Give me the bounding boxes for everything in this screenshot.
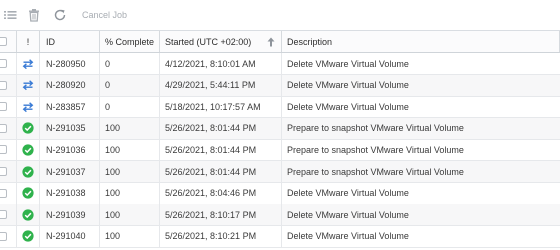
row-checkbox[interactable] xyxy=(0,231,7,241)
column-header-description[interactable]: Description xyxy=(282,31,560,52)
table-row[interactable]: N-283857 0 5/18/2021, 10:17:57 AM Delete VM… xyxy=(0,96,560,119)
completed-check-icon xyxy=(22,122,34,134)
row-id: N-280950 xyxy=(40,53,100,74)
row-status-cell xyxy=(17,117,40,139)
sort-ascending-icon xyxy=(267,37,275,47)
row-id: N-291038 xyxy=(40,182,100,204)
row-status-cell xyxy=(17,139,40,161)
row-started: 5/18/2021, 10:17:57 AM xyxy=(160,96,282,118)
table-row[interactable]: N-291036 100 5/26/2021, 8:01:44 PM Prepare … xyxy=(0,139,560,162)
row-started: 5/26/2021, 8:01:44 PM xyxy=(160,139,282,161)
row-started: 5/26/2021, 8:10:21 PM xyxy=(160,225,282,247)
row-description: Delete VMware Virtual Volume xyxy=(287,231,409,242)
row-id: N-291040 xyxy=(40,225,100,247)
row-description: Prepare to snapshot VMware Virtual Volum… xyxy=(287,144,464,155)
trash-icon[interactable] xyxy=(27,8,41,22)
row-description: Delete VMware Virtual Volume xyxy=(287,101,409,112)
row-checkbox[interactable] xyxy=(0,59,7,68)
row-checkbox[interactable] xyxy=(0,167,7,176)
select-all-checkbox[interactable] xyxy=(0,37,7,46)
row-percent-complete: 100 xyxy=(100,225,160,247)
completed-check-icon xyxy=(22,230,34,242)
row-status-cell xyxy=(17,182,40,204)
completed-check-icon xyxy=(22,187,34,199)
row-description: Delete VMware Virtual Volume xyxy=(287,209,409,220)
row-percent-complete: 0 xyxy=(100,96,160,118)
row-description: Prepare to snapshot VMware Virtual Volum… xyxy=(287,166,464,177)
row-started: 5/26/2021, 8:01:44 PM xyxy=(160,161,282,182)
row-checkbox[interactable] xyxy=(0,102,7,112)
row-percent-complete: 100 xyxy=(100,182,160,204)
row-select-cell[interactable] xyxy=(0,117,17,139)
row-description: Delete VMware Virtual Volume xyxy=(287,188,409,199)
row-status-cell xyxy=(17,53,40,74)
column-header-started-label: Started (UTC +02:00) xyxy=(165,36,252,47)
jobs-table: ! ID % Complete Started (UTC +02:00) Des… xyxy=(0,30,560,250)
row-checkbox[interactable] xyxy=(0,80,7,90)
row-status-cell xyxy=(17,96,40,118)
row-checkbox[interactable] xyxy=(0,210,7,220)
completed-check-icon xyxy=(22,144,34,156)
running-job-icon xyxy=(22,58,34,69)
table-row[interactable]: N-291038 100 5/26/2021, 8:04:46 PM Delete V… xyxy=(0,182,560,205)
list-icon[interactable] xyxy=(3,8,17,22)
table-row[interactable]: N-291039 100 5/26/2021, 8:10:17 PM Delete V… xyxy=(0,204,560,227)
row-started: 4/12/2021, 8:10:01 AM xyxy=(160,53,282,74)
refresh-icon[interactable] xyxy=(53,8,67,22)
table-row[interactable]: N-291035 100 5/26/2021, 8:01:44 PM Prepare … xyxy=(0,117,560,140)
row-percent-complete: 100 xyxy=(100,117,160,139)
row-select-cell[interactable] xyxy=(0,139,17,161)
toolbar: Cancel Job xyxy=(0,0,560,30)
row-id: N-291035 xyxy=(40,117,100,139)
row-status-cell xyxy=(17,225,40,247)
table-header: ! ID % Complete Started (UTC +02:00) Des… xyxy=(0,31,560,53)
column-header-started[interactable]: Started (UTC +02:00) xyxy=(160,31,282,52)
row-id: N-280920 xyxy=(40,74,100,96)
row-id: N-291039 xyxy=(40,204,100,226)
row-description: Prepare to snapshot VMware Virtual Volum… xyxy=(287,123,464,134)
row-percent-complete: 0 xyxy=(100,74,160,96)
row-select-cell[interactable] xyxy=(0,182,17,204)
table-row[interactable]: N-291037 100 5/26/2021, 8:01:44 PM Prepare … xyxy=(0,161,560,183)
select-all-cell[interactable] xyxy=(0,31,17,52)
row-select-cell[interactable] xyxy=(0,225,17,247)
table-row[interactable]: N-291040 100 5/26/2021, 8:10:21 PM Delete V… xyxy=(0,225,560,248)
completed-check-icon xyxy=(22,165,34,178)
row-status-cell xyxy=(17,204,40,226)
table-row[interactable]: N-280920 0 4/29/2021, 5:44:11 PM Delete VMw… xyxy=(0,74,560,97)
row-checkbox[interactable] xyxy=(0,123,7,133)
running-job-icon xyxy=(22,101,34,112)
row-id: N-283857 xyxy=(40,96,100,118)
row-description: Delete VMware Virtual Volume xyxy=(287,58,409,69)
row-select-cell[interactable] xyxy=(0,53,17,74)
row-select-cell[interactable] xyxy=(0,74,17,96)
row-started: 5/26/2021, 8:04:46 PM xyxy=(160,182,282,204)
row-description: Delete VMware Virtual Volume xyxy=(287,80,409,91)
row-started: 4/29/2021, 5:44:11 PM xyxy=(160,74,282,96)
row-started: 5/26/2021, 8:01:44 PM xyxy=(160,117,282,139)
row-checkbox[interactable] xyxy=(0,145,7,155)
row-select-cell[interactable] xyxy=(0,204,17,226)
row-percent-complete: 100 xyxy=(100,204,160,226)
cancel-job-button[interactable]: Cancel Job xyxy=(82,9,127,21)
row-select-cell[interactable] xyxy=(0,96,17,118)
row-id: N-291037 xyxy=(40,161,100,182)
row-percent-complete: 100 xyxy=(100,161,160,182)
row-percent-complete: 100 xyxy=(100,139,160,161)
row-checkbox[interactable] xyxy=(0,188,7,198)
running-job-icon xyxy=(22,80,34,91)
row-status-cell xyxy=(17,161,40,182)
row-status-cell xyxy=(17,74,40,96)
column-header-id[interactable]: ID xyxy=(40,31,100,52)
column-header-percent[interactable]: % Complete xyxy=(100,31,160,52)
completed-check-icon xyxy=(22,209,34,221)
row-select-cell[interactable] xyxy=(0,161,17,182)
row-percent-complete: 0 xyxy=(100,53,160,74)
row-id: N-291036 xyxy=(40,139,100,161)
row-started: 5/26/2021, 8:10:17 PM xyxy=(160,204,282,226)
column-header-status[interactable]: ! xyxy=(17,31,40,52)
table-row[interactable]: N-280950 0 4/12/2021, 8:10:01 AM Delete VMw… xyxy=(0,53,560,75)
